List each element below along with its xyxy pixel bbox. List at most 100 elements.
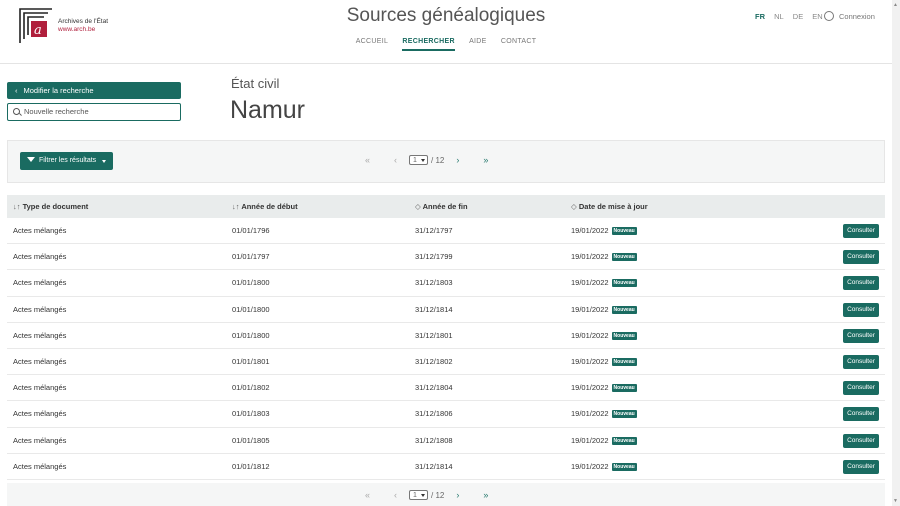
updated-date: 19/01/2022 (571, 304, 609, 314)
col-start-header[interactable]: ↓↑ Année de début (232, 202, 298, 211)
consult-button[interactable]: Consulter (843, 276, 879, 291)
consult-button[interactable]: Consulter (843, 407, 879, 422)
table-row: Actes mélangés 01/01/1800 31/12/1803 19/01/… (7, 270, 885, 297)
cell-start: 01/01/1803 (232, 409, 270, 419)
table-row: Actes mélangés 01/01/1801 31/12/1802 19/01/… (7, 349, 885, 376)
scroll-down-icon[interactable]: ▼ (893, 498, 898, 504)
logo-text: Archives de l'État (58, 18, 109, 25)
cell-type: Actes mélangés (13, 330, 67, 340)
new-badge: Nouveau (611, 384, 637, 393)
page-scrollbar[interactable]: ▲ ▼ (892, 0, 900, 506)
new-badge: Nouveau (611, 279, 637, 288)
consult-button[interactable]: Consulter (843, 224, 879, 238)
cell-updated: 19/01/2022 Nouveau (571, 357, 637, 366)
new-badge: Nouveau (611, 305, 637, 314)
cell-type: Actes mélangés (13, 356, 67, 366)
svg-text:a: a (34, 23, 42, 38)
nav-accueil[interactable]: ACCUEIL (356, 38, 388, 49)
next-page-icon[interactable]: › (456, 490, 459, 500)
col-updated-label: Date de mise à jour (578, 202, 648, 211)
consult-button[interactable]: Consulter (843, 328, 879, 343)
login-link[interactable]: Connexion (824, 11, 875, 21)
first-page-icon[interactable]: « (365, 155, 370, 165)
archives-logo-icon: a (19, 8, 52, 43)
updated-date: 19/01/2022 (571, 435, 609, 445)
cell-start: 01/01/1802 (232, 383, 270, 393)
page-total: / 12 (431, 490, 445, 500)
consult-button[interactable]: Consulter (843, 302, 879, 317)
cell-end: 31/12/1799 (415, 252, 453, 262)
site-header: a Archives de l'État www.arch.be Sources… (0, 0, 892, 64)
col-type-header[interactable]: ↓↑ Type de document (13, 202, 88, 211)
new-badge: Nouveau (611, 436, 637, 445)
page-select[interactable]: 1 (409, 490, 429, 500)
sort-icon: ↓↑ (232, 202, 240, 211)
consult-button[interactable]: Consulter (843, 381, 879, 396)
pagination-bottom: « ‹ 1 / 12 › » (353, 490, 500, 500)
cell-end: 31/12/1801 (415, 330, 453, 340)
cell-updated: 19/01/2022 Nouveau (571, 409, 637, 419)
cell-end: 31/12/1814 (415, 461, 453, 471)
cell-end: 31/12/1797 (415, 226, 453, 235)
new-search-placeholder: Nouvelle recherche (24, 107, 89, 116)
cell-start: 01/01/1800 (232, 304, 270, 314)
language-switcher: FR NL DE EN (755, 12, 830, 21)
filter-results-button[interactable]: Filtrer les résultats (20, 152, 113, 170)
new-badge: Nouveau (611, 462, 637, 471)
search-icon (13, 108, 20, 115)
first-page-icon[interactable]: « (365, 490, 370, 500)
nav-aide[interactable]: AIDE (469, 38, 487, 49)
filter-icon (27, 157, 35, 162)
cell-type: Actes mélangés (13, 304, 67, 314)
new-badge: Nouveau (611, 357, 637, 366)
cell-updated: 19/01/2022 Nouveau (571, 305, 637, 314)
sort-icon: ◇ (571, 202, 577, 211)
last-page-icon[interactable]: » (483, 490, 488, 500)
updated-date: 19/01/2022 (571, 252, 609, 262)
consult-button[interactable]: Consulter (843, 459, 879, 474)
lang-de[interactable]: DE (793, 12, 803, 21)
cell-type: Actes mélangés (13, 461, 67, 471)
scroll-up-icon[interactable]: ▲ (893, 2, 898, 8)
next-page-icon[interactable]: › (456, 155, 459, 165)
consult-button[interactable]: Consulter (843, 433, 879, 448)
cell-updated: 19/01/2022 Nouveau (571, 278, 637, 288)
cell-type: Actes mélangés (13, 252, 67, 262)
last-page-icon[interactable]: » (483, 155, 488, 165)
nav-contact[interactable]: CONTACT (501, 38, 536, 49)
lang-fr[interactable]: FR (755, 12, 765, 21)
consult-button[interactable]: Consulter (843, 354, 879, 369)
modify-search-button[interactable]: ‹ Modifier la recherche (7, 82, 181, 99)
table-row: Actes mélangés 01/01/1796 31/12/1797 19/01/… (7, 218, 885, 245)
consult-button[interactable]: Consulter (843, 250, 879, 265)
results-table: ↓↑ Type de document ↓↑ Année de début ◇ … (7, 195, 885, 480)
nav-rechercher[interactable]: RECHERCHER (402, 38, 455, 51)
cell-updated: 19/01/2022 Nouveau (571, 331, 637, 340)
cell-end: 31/12/1802 (415, 356, 453, 366)
cell-end: 31/12/1804 (415, 383, 453, 393)
table-row: Actes mélangés 01/01/1797 31/12/1799 19/01/… (7, 244, 885, 271)
archives-logo[interactable]: a Archives de l'État www.arch.be (18, 7, 108, 47)
page-total: / 12 (431, 155, 445, 165)
prev-page-icon[interactable]: ‹ (394, 490, 397, 500)
modify-search-label: Modifier la recherche (23, 86, 94, 95)
col-end-label: Année de fin (422, 202, 468, 211)
updated-date: 19/01/2022 (571, 226, 609, 235)
col-updated-header[interactable]: ◇ Date de mise à jour (571, 202, 648, 211)
new-badge: Nouveau (611, 331, 637, 340)
pagination-top: « ‹ 1 / 12 › » (353, 155, 500, 165)
new-search-input[interactable]: Nouvelle recherche (7, 103, 181, 121)
table-body: Actes mélangés 01/01/1796 31/12/1797 19/01/… (7, 218, 885, 480)
updated-date: 19/01/2022 (571, 278, 609, 288)
cell-start: 01/01/1812 (232, 461, 270, 471)
prev-page-icon[interactable]: ‹ (394, 155, 397, 165)
new-badge: Nouveau (611, 410, 637, 419)
lang-nl[interactable]: NL (774, 12, 784, 21)
table-row: Actes mélangés 01/01/1803 31/12/1806 19/01/… (7, 401, 885, 428)
col-end-header[interactable]: ◇ Année de fin (415, 202, 468, 211)
cell-start: 01/01/1800 (232, 278, 270, 288)
page-select[interactable]: 1 (409, 155, 429, 165)
table-row: Actes mélangés 01/01/1802 31/12/1804 19/01/… (7, 375, 885, 402)
col-start-label: Année de début (241, 202, 298, 211)
lang-en[interactable]: EN (812, 12, 822, 21)
